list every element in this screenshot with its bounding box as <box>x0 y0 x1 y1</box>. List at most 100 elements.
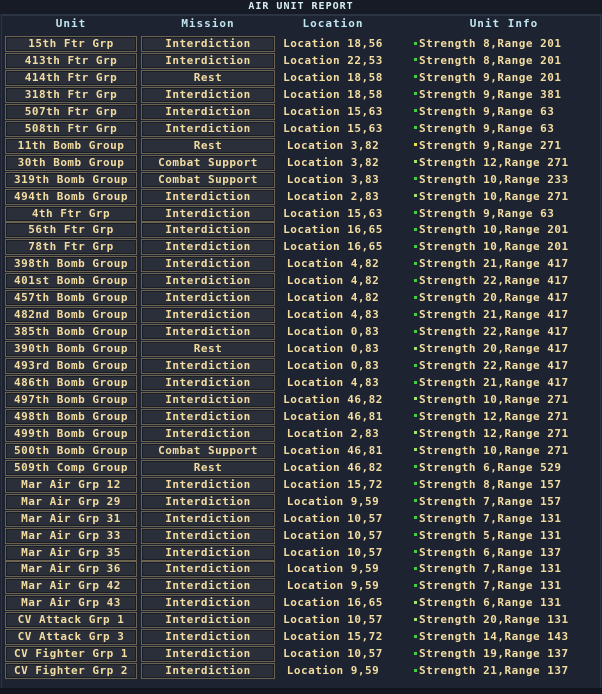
unit-location: Location 16,65 <box>283 223 383 237</box>
status-dot-icon <box>414 363 417 367</box>
unit-row: 457th Bomb Group Interdiction Location 4,8… <box>0 290 602 307</box>
unit-button[interactable]: 414th Ftr Grp <box>5 69 137 86</box>
mission-button[interactable]: Rest <box>141 69 275 86</box>
unit-info-text: Strength 12,Range 271 <box>419 409 569 423</box>
unit-button[interactable]: Mar Air Grp 33 <box>5 527 137 544</box>
mission-button[interactable]: Interdiction <box>141 663 275 680</box>
mission-button[interactable]: Interdiction <box>141 256 275 273</box>
unit-button[interactable]: 11th Bomb Group <box>5 137 137 154</box>
status-dot-icon <box>414 143 417 147</box>
unit-button[interactable]: 319th Bomb Group <box>5 171 137 188</box>
unit-button[interactable]: 508th Ftr Grp <box>5 120 137 137</box>
unit-info: Strength 6,Range 131 <box>414 595 561 611</box>
unit-button[interactable]: 390th Bomb Group <box>5 341 137 358</box>
unit-button[interactable]: Mar Air Grp 36 <box>5 561 137 578</box>
unit-location: Location 9,59 <box>286 579 380 593</box>
mission-button[interactable]: Interdiction <box>141 646 275 663</box>
unit-info-text: Strength 8,Range 201 <box>419 37 562 50</box>
mission-button[interactable]: Interdiction <box>141 493 275 510</box>
mission-button[interactable]: Interdiction <box>141 120 275 137</box>
unit-info: Strength 10,Range 201 <box>414 222 569 238</box>
mission-button[interactable]: Interdiction <box>141 307 275 324</box>
unit-info-text: Strength 22,Range 417 <box>419 359 569 373</box>
unit-button[interactable]: 15th Ftr Grp <box>5 36 137 52</box>
unit-button[interactable]: 499th Bomb Group <box>5 425 137 442</box>
unit-info: Strength 19,Range 137 <box>414 646 569 662</box>
mission-button[interactable]: Combat Support <box>141 154 275 171</box>
mission-button[interactable]: Interdiction <box>141 273 275 290</box>
mission-button[interactable]: Interdiction <box>141 629 275 646</box>
mission-button[interactable]: Interdiction <box>141 561 275 578</box>
unit-info-text: Strength 21,Range 417 <box>419 257 569 271</box>
unit-info: Strength 6,Range 529 <box>414 460 561 476</box>
mission-button[interactable]: Interdiction <box>141 239 275 256</box>
mission-button[interactable]: Interdiction <box>141 527 275 544</box>
unit-button[interactable]: 318th Ftr Grp <box>5 86 137 103</box>
unit-button[interactable]: Mar Air Grp 42 <box>5 578 137 595</box>
status-dot-icon <box>414 160 417 164</box>
unit-button[interactable]: 78th Ftr Grp <box>5 239 137 256</box>
status-dot-icon <box>414 414 417 418</box>
unit-button[interactable]: 486th Bomb Group <box>5 375 137 391</box>
unit-button[interactable]: 507th Ftr Grp <box>5 103 137 120</box>
unit-button[interactable]: CV Fighter Grp 2 <box>5 663 137 680</box>
unit-row: Mar Air Grp 43 Interdiction Location 16,65… <box>0 595 602 612</box>
unit-button[interactable]: Mar Air Grp 31 <box>5 510 137 527</box>
unit-button[interactable]: CV Attack Grp 3 <box>5 629 137 646</box>
unit-button[interactable]: 457th Bomb Group <box>5 290 137 307</box>
mission-button[interactable]: Rest <box>141 341 275 358</box>
mission-button[interactable]: Interdiction <box>141 324 275 341</box>
unit-button[interactable]: 401st Bomb Group <box>5 273 137 290</box>
unit-button[interactable]: 494th Bomb Group <box>5 188 137 205</box>
unit-location: Location 2,83 <box>286 189 380 203</box>
unit-location: Location 3,82 <box>286 138 380 152</box>
unit-button[interactable]: 4th Ftr Grp <box>5 205 137 222</box>
mission-button[interactable]: Interdiction <box>141 36 275 52</box>
unit-button[interactable]: Mar Air Grp 29 <box>5 493 137 510</box>
unit-info: Strength 9,Range 201 <box>414 70 561 86</box>
mission-button[interactable]: Interdiction <box>141 391 275 408</box>
mission-button[interactable]: Interdiction <box>141 510 275 527</box>
mission-button[interactable]: Combat Support <box>141 442 275 459</box>
unit-button[interactable]: 497th Bomb Group <box>5 391 137 408</box>
status-dot-icon <box>414 465 417 469</box>
mission-button[interactable]: Interdiction <box>141 205 275 222</box>
mission-button[interactable]: Interdiction <box>141 52 275 69</box>
unit-button[interactable]: 498th Bomb Group <box>5 408 137 425</box>
mission-button[interactable]: Interdiction <box>141 358 275 375</box>
mission-button[interactable]: Combat Support <box>141 171 275 188</box>
mission-button[interactable]: Interdiction <box>141 188 275 205</box>
mission-button[interactable]: Interdiction <box>141 612 275 629</box>
mission-button[interactable]: Rest <box>141 137 275 154</box>
mission-button[interactable]: Interdiction <box>141 578 275 595</box>
unit-button[interactable]: 413th Ftr Grp <box>5 52 137 69</box>
unit-info: Strength 10,Range 271 <box>414 392 569 408</box>
unit-button[interactable]: Mar Air Grp 43 <box>5 595 137 612</box>
mission-button[interactable]: Interdiction <box>141 544 275 561</box>
mission-button[interactable]: Interdiction <box>141 222 275 239</box>
mission-button[interactable]: Rest <box>141 459 275 476</box>
unit-button[interactable]: 509th Comp Group <box>5 459 137 476</box>
mission-button[interactable]: Interdiction <box>141 86 275 103</box>
unit-button[interactable]: CV Attack Grp 1 <box>5 612 137 629</box>
unit-button[interactable]: 493rd Bomb Group <box>5 358 137 375</box>
unit-button[interactable]: 482nd Bomb Group <box>5 307 137 324</box>
unit-info-text: Strength 19,Range 137 <box>419 647 569 661</box>
mission-button[interactable]: Interdiction <box>141 375 275 391</box>
unit-button[interactable]: 385th Bomb Group <box>5 324 137 341</box>
unit-button[interactable]: Mar Air Grp 12 <box>5 476 137 493</box>
unit-info: Strength 7,Range 131 <box>414 511 561 527</box>
unit-button[interactable]: 56th Ftr Grp <box>5 222 137 239</box>
mission-button[interactable]: Interdiction <box>141 425 275 442</box>
mission-button[interactable]: Interdiction <box>141 408 275 425</box>
unit-button[interactable]: 398th Bomb Group <box>5 256 137 273</box>
unit-location: Location 15,72 <box>283 477 383 491</box>
mission-button[interactable]: Interdiction <box>141 595 275 612</box>
mission-button[interactable]: Interdiction <box>141 476 275 493</box>
unit-button[interactable]: CV Fighter Grp 1 <box>5 646 137 663</box>
unit-button[interactable]: 500th Bomb Group <box>5 442 137 459</box>
mission-button[interactable]: Interdiction <box>141 103 275 120</box>
unit-button[interactable]: Mar Air Grp 35 <box>5 544 137 561</box>
mission-button[interactable]: Interdiction <box>141 290 275 307</box>
unit-button[interactable]: 30th Bomb Group <box>5 154 137 171</box>
